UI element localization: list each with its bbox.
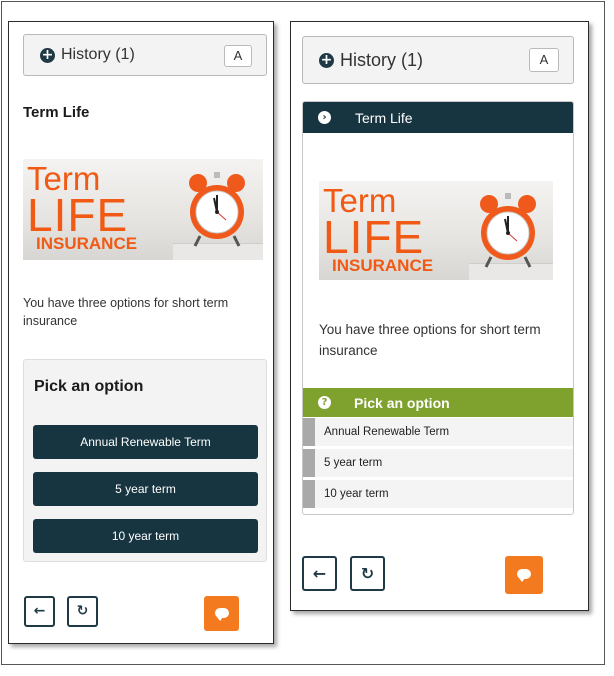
chevron-right-circle-icon: ›	[318, 111, 331, 124]
arrow-left-icon: ←	[33, 603, 46, 619]
history-bar[interactable]: + History (1) A	[302, 36, 574, 84]
option-item-10-year[interactable]: 10 year term	[303, 480, 573, 508]
alarm-clock-icon	[189, 172, 245, 247]
chat-bubble-icon	[517, 569, 531, 582]
banner-text-insurance: INSURANCE	[332, 256, 434, 275]
right-panel: + History (1) A › Term Life ? Pick an op…	[290, 21, 589, 611]
pick-option-box: Pick an option Annual Renewable Term 5 y…	[23, 359, 267, 562]
history-label: History (1)	[340, 49, 424, 70]
history-label: History (1)	[61, 46, 135, 63]
page-title: Term Life	[23, 104, 90, 121]
option-item-annual-renewable[interactable]: Annual Renewable Term	[303, 418, 573, 446]
banner-text-life: LIFE	[323, 211, 425, 263]
description-text: You have three options for short term in…	[23, 296, 229, 328]
plus-circle-icon: +	[40, 46, 55, 63]
term-life-card: › Term Life ? Pick an option Annual Rene…	[302, 101, 574, 515]
option-item-5-year[interactable]: 5 year term	[303, 449, 573, 477]
back-button[interactable]: ←	[302, 556, 337, 591]
back-button[interactable]: ←	[24, 596, 55, 627]
option-button-annual-renewable[interactable]: Annual Renewable Term	[33, 425, 258, 459]
plus-circle-icon: +	[319, 51, 334, 68]
card-title: Term Life	[355, 110, 413, 126]
question-circle-icon: ?	[318, 396, 331, 409]
history-bar[interactable]: + History (1) A	[23, 34, 267, 76]
font-size-button[interactable]: A	[224, 45, 252, 67]
pick-option-header: ? Pick an option	[303, 388, 573, 417]
refresh-button[interactable]: ↻	[350, 556, 385, 591]
card-header[interactable]: › Term Life	[303, 102, 573, 133]
alarm-clock-icon	[480, 193, 536, 268]
banner-text-life: LIFE	[27, 189, 129, 241]
refresh-icon: ↻	[76, 603, 89, 619]
option-button-10-year[interactable]: 10 year term	[33, 519, 258, 553]
chat-bubble-icon	[214, 607, 229, 621]
banner-text-insurance: INSURANCE	[36, 234, 138, 253]
description-text: You have three options for short term in…	[319, 322, 541, 358]
chat-button[interactable]	[505, 556, 543, 594]
pick-option-title: Pick an option	[34, 378, 144, 395]
term-life-banner-image: Term LIFE INSURANCE	[23, 159, 263, 260]
option-button-5-year[interactable]: 5 year term	[33, 472, 258, 506]
font-size-button[interactable]: A	[529, 48, 559, 72]
chat-button[interactable]	[204, 596, 239, 631]
arrow-left-icon: ←	[312, 564, 327, 583]
left-panel: + History (1) A Term Life Term LIFE INSU…	[8, 21, 274, 644]
term-life-banner-image: Term LIFE INSURANCE	[319, 181, 553, 280]
pick-option-title: Pick an option	[354, 395, 450, 411]
refresh-icon: ↻	[360, 564, 375, 583]
refresh-button[interactable]: ↻	[67, 596, 98, 627]
